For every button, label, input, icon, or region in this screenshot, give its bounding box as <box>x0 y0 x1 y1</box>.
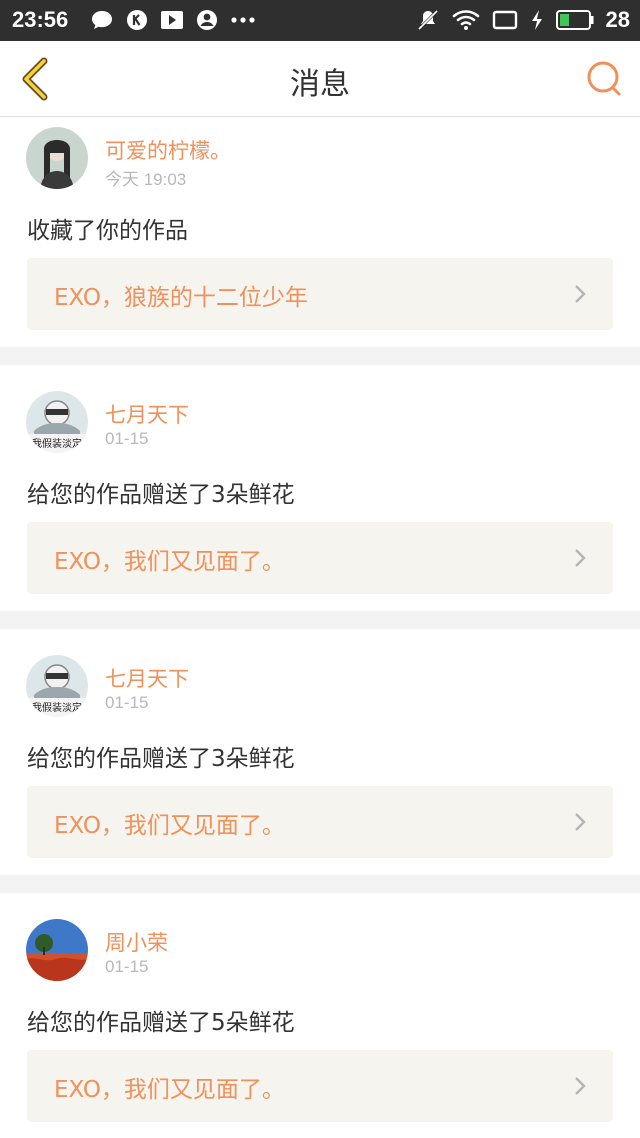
avatar[interactable] <box>26 919 88 981</box>
message-time: 01-15 <box>105 429 149 448</box>
message-action: 收藏了你的作品 <box>27 218 188 244</box>
mute-icon <box>417 9 438 31</box>
more-dots-icon <box>231 17 255 23</box>
status-system-icons: 28 <box>416 7 630 33</box>
chevron-right-icon <box>575 549 586 567</box>
wifi-icon <box>452 10 479 30</box>
battery-icon <box>555 10 594 30</box>
work-title: EXO，我们又见面了。 <box>54 813 285 839</box>
work-title: EXO，狼族的十二位少年 <box>54 285 308 311</box>
work-title: EXO，我们又见面了。 <box>54 1077 285 1103</box>
avatar[interactable] <box>26 127 88 189</box>
status-time: 23:56 <box>12 7 69 32</box>
charging-icon <box>531 10 542 30</box>
message-time: 今天 19:03 <box>105 170 187 189</box>
video-play-icon <box>161 11 183 29</box>
work-title: EXO，我们又见面了。 <box>54 549 285 575</box>
chevron-right-icon <box>575 813 586 831</box>
screen-icon <box>492 10 517 30</box>
user-name[interactable]: 周小荣 <box>105 927 168 957</box>
avatar[interactable]: 我假装淡定 <box>26 655 88 717</box>
user-circle-icon <box>197 10 217 30</box>
message-card: 可爱的柠檬。 今天 19:03 收藏了你的作品 EXO，狼族的十二位少年 <box>0 117 640 347</box>
search-button[interactable] <box>584 59 624 99</box>
message-action: 给您的作品赠送了3朵鲜花 <box>27 482 295 508</box>
message-time: 01-15 <box>105 693 149 712</box>
work-link[interactable]: EXO，我们又见面了。 <box>27 1050 613 1122</box>
message-action: 给您的作品赠送了5朵鲜花 <box>27 1010 295 1036</box>
nav-bar: 消息 <box>0 41 640 117</box>
k-app-icon <box>127 10 147 30</box>
search-icon <box>587 61 621 96</box>
work-link[interactable]: EXO，我们又见面了。 <box>27 522 613 594</box>
user-name[interactable]: 可爱的柠檬。 <box>105 135 231 165</box>
avatar-caption: 我假装淡定 <box>32 701 82 714</box>
chat-bubble-icon <box>92 11 112 29</box>
battery-percent: 28 <box>605 7 630 32</box>
avatar[interactable]: 我假装淡定 <box>26 391 88 453</box>
user-name[interactable]: 七月天下 <box>105 663 189 693</box>
message-card: 我假装淡定 七月天下 01-15 给您的作品赠送了3朵鲜花 EXO，我们又见面了… <box>0 629 640 875</box>
status-bar: 23:56 28 <box>0 0 640 41</box>
page-title: 消息 <box>290 67 350 102</box>
avatar-caption: 我假装淡定 <box>32 437 82 450</box>
work-link[interactable]: EXO，我们又见面了。 <box>27 786 613 858</box>
work-link[interactable]: EXO，狼族的十二位少年 <box>27 258 613 330</box>
status-notification-icons <box>90 9 256 31</box>
chevron-right-icon <box>575 285 586 303</box>
message-time: 01-15 <box>105 957 149 976</box>
message-action: 给您的作品赠送了3朵鲜花 <box>27 746 295 772</box>
chevron-right-icon <box>575 1077 586 1095</box>
message-card: 我假装淡定 七月天下 01-15 给您的作品赠送了3朵鲜花 EXO，我们又见面了… <box>0 365 640 611</box>
message-card: 周小荣 01-15 给您的作品赠送了5朵鲜花 EXO，我们又见面了。 <box>0 893 640 1138</box>
user-name[interactable]: 七月天下 <box>105 399 189 429</box>
